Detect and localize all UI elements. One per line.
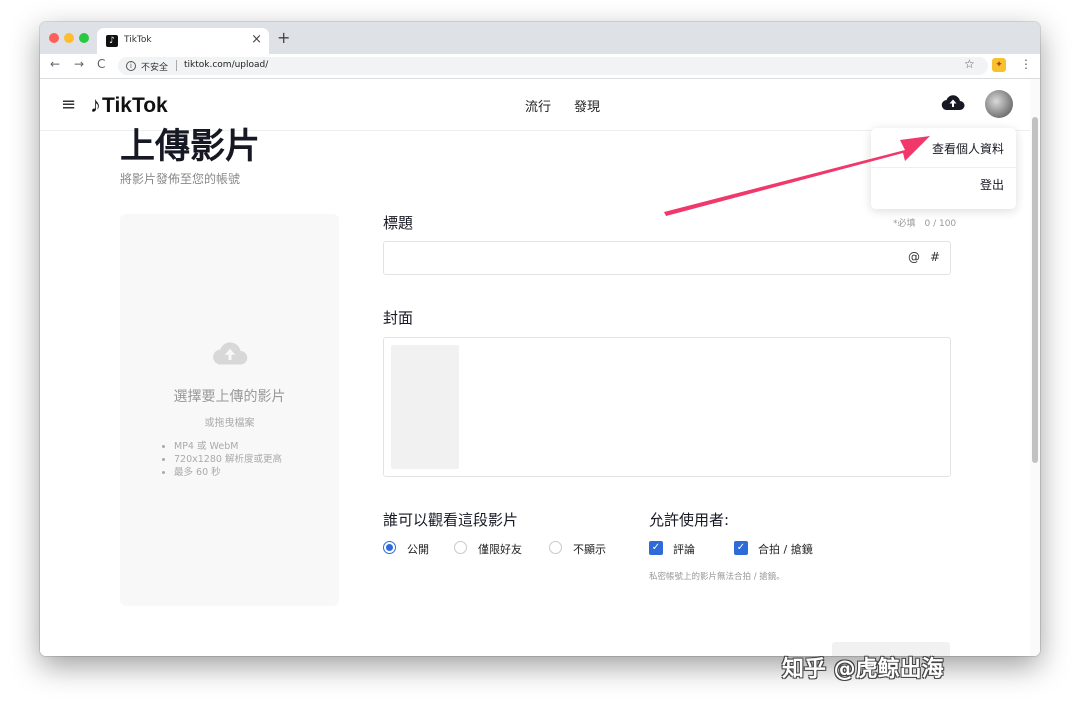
nav-trending[interactable]: 流行 <box>525 96 551 115</box>
profile-dropdown-menu: 查看個人資料 登出 <box>871 128 1016 209</box>
tab-close-icon[interactable]: × <box>251 33 262 47</box>
caption-counter: *必填 0 / 100 <box>893 219 957 229</box>
radio-button[interactable] <box>454 541 467 554</box>
radio-button[interactable] <box>549 541 562 554</box>
radio-button[interactable] <box>383 541 396 554</box>
user-avatar[interactable] <box>985 90 1013 118</box>
radio-label: 不顯示 <box>573 543 606 556</box>
cloud-upload-icon <box>213 342 248 365</box>
site-header: ≡ ♪TikTok 流行 發現 <box>40 79 1030 131</box>
allow-users-label: 允許使用者: <box>649 511 730 529</box>
radio-label: 公開 <box>407 543 429 556</box>
menu-divider <box>871 167 1016 168</box>
requirement-item: 720x1280 解析度或更高 <box>174 453 282 466</box>
caption-input[interactable]: @ # <box>383 241 951 275</box>
tab-title: TikTok <box>124 35 152 45</box>
tiktok-favicon-icon: ♪ <box>106 35 118 47</box>
cover-label: 封面 <box>383 309 414 327</box>
new-tab-button[interactable]: + <box>277 28 290 47</box>
page-subtitle: 將影片發佈至您的帳號 <box>120 172 241 186</box>
browser-menu-icon[interactable]: ⋮ <box>1020 57 1032 71</box>
drag-file-text: 或拖曳檔案 <box>204 418 255 429</box>
security-label: 不安全 <box>141 63 169 73</box>
hamburger-menu-icon[interactable]: ≡ <box>61 94 76 115</box>
reload-icon[interactable]: C <box>97 57 105 71</box>
logo-text: TikTok <box>102 94 168 117</box>
url-field[interactable]: i 不安全 tiktok.com/upload/ <box>118 57 988 75</box>
cloud-upload-icon[interactable] <box>941 93 965 113</box>
caption-label: 標題 <box>383 214 414 232</box>
bookmark-star-icon[interactable]: ☆ <box>964 57 975 71</box>
info-icon[interactable]: i <box>126 61 136 71</box>
tiktok-logo[interactable]: ♪TikTok <box>90 92 168 118</box>
address-bar: ← → C i 不安全 tiktok.com/upload/ ☆ ✦ ⋮ <box>40 54 1040 79</box>
watermark-text: 知乎 @虎鲸出海 <box>782 657 944 682</box>
view-profile-menu-item[interactable]: 查看個人資料 <box>932 140 1004 157</box>
nav-discover[interactable]: 發現 <box>574 96 600 115</box>
page-title: 上傳影片 <box>120 127 261 167</box>
logout-menu-item[interactable]: 登出 <box>980 176 1004 193</box>
tiktok-note-icon: ♪ <box>90 92 101 117</box>
tiktok-upload-page: ≡ ♪TikTok 流行 發現 上傳影片 將影片發佈至您的帳號 選擇要上傳的影片… <box>40 79 1040 656</box>
mention-button[interactable]: @ <box>908 250 920 264</box>
cover-thumbnail[interactable] <box>391 345 459 469</box>
requirement-item: 最多 60 秒 <box>174 466 282 479</box>
scrollbar-thumb[interactable] <box>1032 117 1038 463</box>
url-divider <box>176 60 177 71</box>
checkbox-checked-icon[interactable]: ✓ <box>649 541 663 555</box>
visibility-label: 誰可以觀看這段影片 <box>383 511 519 529</box>
private-account-note: 私密帳號上的影片無法合拍 / 搶鏡。 <box>649 572 785 582</box>
browser-tab[interactable]: ♪ TikTok × <box>97 28 269 54</box>
video-drop-zone[interactable]: 選擇要上傳的影片 或拖曳檔案 MP4 或 WebM 720x1280 解析度或更… <box>120 214 339 606</box>
maximize-window-button[interactable] <box>79 33 89 43</box>
url-text[interactable]: tiktok.com/upload/ <box>184 60 268 70</box>
forward-arrow-icon[interactable]: → <box>74 57 84 71</box>
back-arrow-icon[interactable]: ← <box>50 57 60 71</box>
extension-icon[interactable]: ✦ <box>992 58 1006 72</box>
checkbox-label: 合拍 / 搶鏡 <box>758 543 813 556</box>
video-requirements-list: MP4 或 WebM 720x1280 解析度或更高 最多 60 秒 <box>174 440 282 479</box>
browser-window: ♪ TikTok × + ← → C i 不安全 tiktok.com/uplo… <box>40 22 1040 656</box>
checkbox-label: 評論 <box>673 543 695 556</box>
radio-label: 僅限好友 <box>478 543 522 556</box>
cover-selector <box>383 337 951 477</box>
page-scrollbar[interactable] <box>1030 79 1040 656</box>
browser-tab-bar: ♪ TikTok × + <box>40 22 1040 54</box>
select-video-text[interactable]: 選擇要上傳的影片 <box>120 386 339 406</box>
close-window-button[interactable] <box>49 33 59 43</box>
requirement-item: MP4 或 WebM <box>174 440 282 453</box>
hashtag-button[interactable]: # <box>930 250 940 264</box>
minimize-window-button[interactable] <box>64 33 74 43</box>
checkbox-checked-icon[interactable]: ✓ <box>734 541 748 555</box>
